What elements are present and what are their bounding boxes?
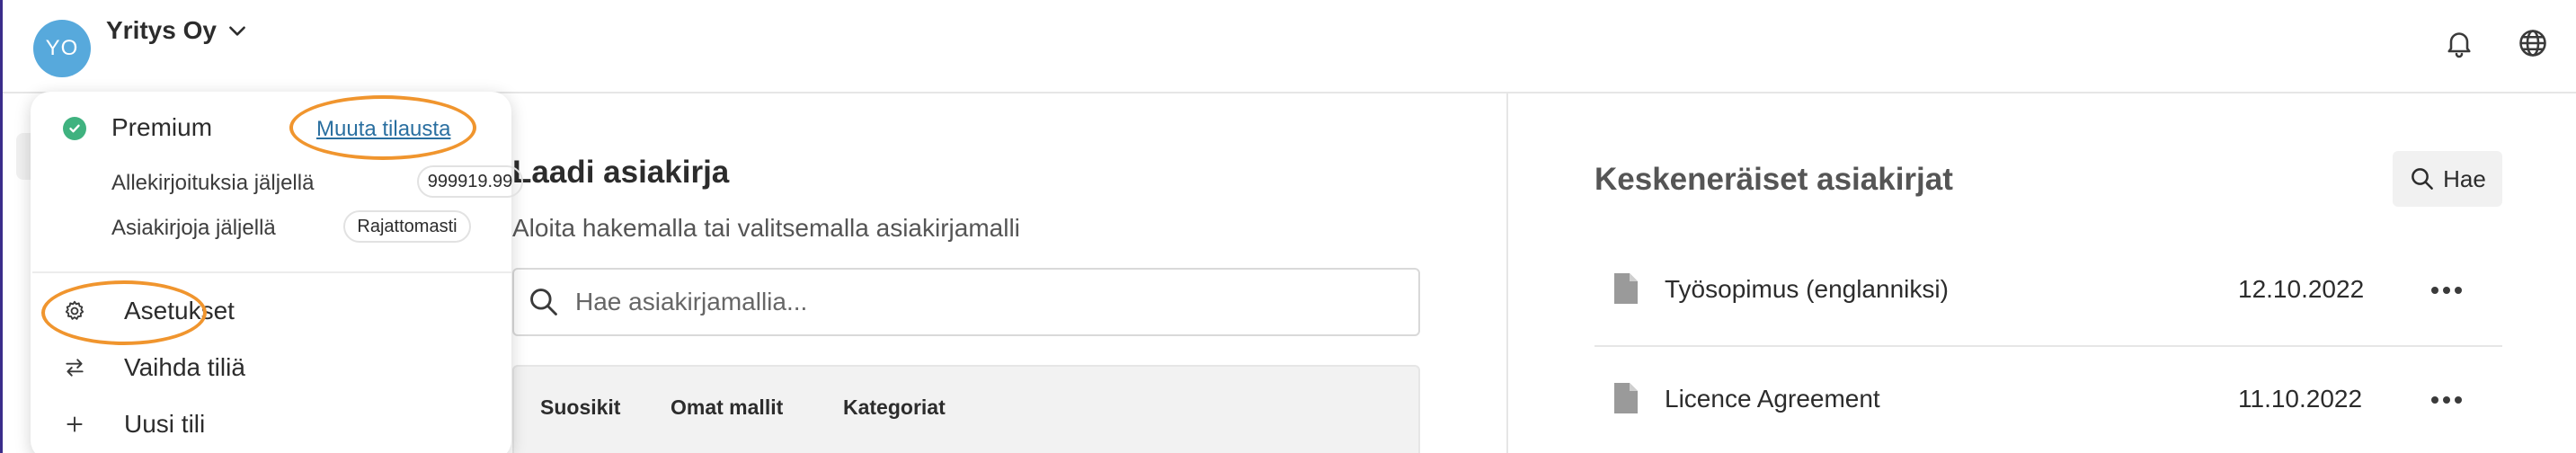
panel-divider — [1506, 93, 1508, 453]
draft-date: 11.10.2022 — [2238, 385, 2363, 413]
highlight-ellipse — [289, 95, 476, 160]
signatures-remaining-badge: 999919.99 — [417, 165, 523, 198]
notifications-button[interactable] — [2439, 23, 2479, 63]
draft-name: Licence Agreement — [1665, 385, 1880, 413]
language-button[interactable] — [2513, 23, 2553, 63]
draft-row[interactable]: Työsopimus (englanniksi) 12.10.2022 — [1594, 235, 2502, 343]
documents-remaining-badge: Rajattomasti — [343, 210, 471, 243]
highlight-ellipse — [41, 280, 207, 345]
more-options-icon[interactable] — [2429, 386, 2465, 413]
drafts-search-button[interactable]: Hae — [2393, 151, 2502, 207]
switch-arrows-icon — [66, 359, 84, 377]
documents-remaining-label: Asiakirjoja jäljellä — [111, 216, 276, 240]
company-name: Yritys Oy — [106, 16, 217, 44]
document-icon — [1614, 383, 1638, 413]
bell-icon — [2447, 32, 2471, 58]
template-tabs-card — [512, 365, 1420, 453]
avatar[interactable]: YO — [33, 20, 91, 77]
signatures-remaining-label: Allekirjoituksia jäljellä — [111, 171, 315, 195]
template-search-input[interactable] — [575, 288, 1384, 316]
create-document-subtitle: Aloita hakemalla tai valitsemalla asiaki… — [512, 214, 1020, 242]
menu-item-label: Vaihda tiliä — [124, 353, 245, 381]
check-circle-icon — [63, 117, 86, 140]
drafts-search-label: Hae — [2443, 164, 2486, 192]
menu-item-label: Uusi tili — [124, 410, 206, 438]
draft-name: Työsopimus (englanniksi) — [1665, 275, 1949, 303]
menu-item-switch-account[interactable]: Vaihda tiliä — [63, 353, 245, 382]
create-document-title: Laadi asiakirja — [512, 155, 730, 190]
top-bar: YO Yritys Oy — [3, 0, 2576, 93]
document-icon — [1614, 273, 1638, 304]
tab-favorites[interactable]: Suosikit — [540, 395, 620, 420]
globe-icon — [2519, 30, 2546, 57]
search-icon — [530, 289, 557, 315]
plan-name: Premium — [111, 113, 213, 141]
more-options-icon[interactable] — [2429, 277, 2465, 304]
draft-row[interactable]: Licence Agreement 11.10.2022 — [1594, 345, 2502, 453]
template-search[interactable] — [512, 268, 1420, 336]
plus-icon — [67, 416, 83, 432]
search-icon — [2412, 168, 2434, 190]
menu-divider — [32, 271, 511, 273]
company-switcher[interactable]: Yritys Oy — [106, 14, 249, 47]
menu-item-new-account[interactable]: Uusi tili — [63, 410, 205, 439]
tab-own-templates[interactable]: Omat mallit — [671, 395, 783, 420]
drafts-title: Keskeneräiset asiakirjat — [1594, 162, 1953, 197]
tab-categories[interactable]: Kategoriat — [843, 395, 946, 420]
draft-date: 12.10.2022 — [2238, 275, 2365, 303]
chevron-down-icon — [229, 26, 245, 36]
